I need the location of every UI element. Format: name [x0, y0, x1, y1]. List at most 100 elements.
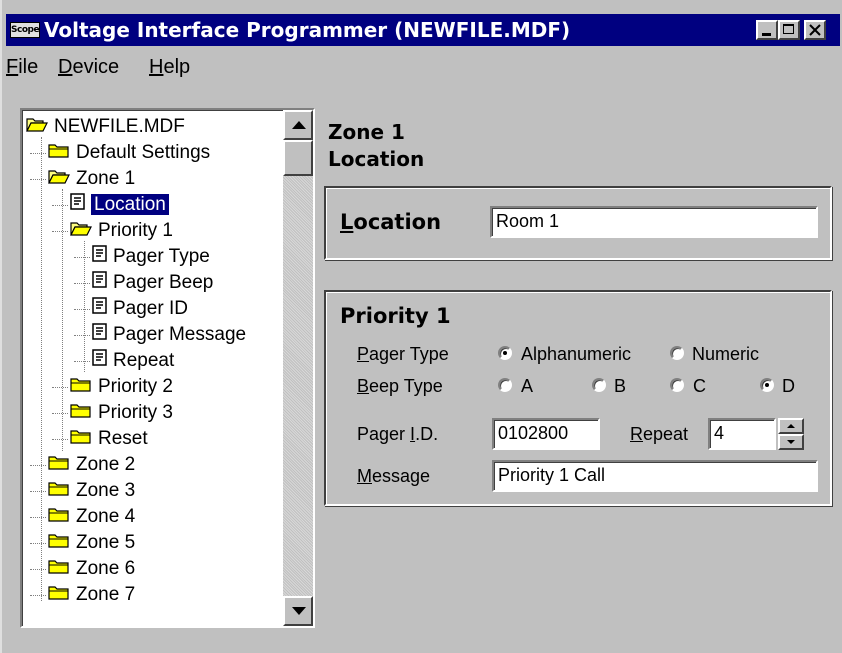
- document-icon: [92, 322, 107, 348]
- tree-connector: [30, 153, 46, 154]
- tree-item-label: Priority 3: [98, 402, 173, 424]
- maximize-icon: [783, 24, 794, 34]
- folder-icon: [48, 140, 70, 166]
- tree-item[interactable]: Zone 5: [30, 530, 136, 556]
- scroll-thumb[interactable]: [283, 140, 313, 176]
- folder-icon: [48, 530, 70, 556]
- folder-icon: [48, 556, 70, 582]
- folder-icon: [48, 504, 70, 530]
- tree-item-label: Reset: [98, 428, 148, 450]
- folder-open-icon: [70, 218, 92, 244]
- radio-alphanumeric-label[interactable]: Alphanumeric: [521, 344, 631, 365]
- tree-item[interactable]: Zone 4: [30, 504, 135, 530]
- radio-alphanumeric[interactable]: [498, 346, 512, 360]
- scroll-down-button[interactable]: [283, 596, 313, 626]
- tree-item[interactable]: Repeat: [74, 348, 174, 374]
- tree-view[interactable]: NEWFILE.MDF Default Settings Zone 1 Locatio…: [20, 108, 315, 628]
- pager-type-label: Pager Type: [357, 344, 449, 364]
- tree-item[interactable]: Priority 3: [52, 400, 173, 426]
- location-input[interactable]: Room 1: [490, 206, 818, 238]
- tree-item[interactable]: Default Settings: [30, 140, 211, 166]
- panel-heading-section: Location: [328, 147, 425, 171]
- folder-icon: [48, 478, 70, 504]
- spin-down-button[interactable]: [778, 434, 804, 450]
- tree-connector: [74, 283, 90, 284]
- tree-item[interactable]: NEWFILE.MDF: [26, 114, 185, 140]
- tree-connector: [74, 361, 90, 362]
- tree-item-label: Default Settings: [76, 142, 211, 164]
- window-title: Voltage Interface Programmer (NEWFILE.MD…: [44, 18, 571, 42]
- repeat-spinner[interactable]: [778, 418, 804, 450]
- radio-beep-d-label[interactable]: D: [782, 376, 795, 397]
- folder-icon: [70, 374, 92, 400]
- tree-item[interactable]: Priority 1: [52, 218, 173, 244]
- tree-item[interactable]: Priority 2: [52, 374, 173, 400]
- document-icon: [70, 192, 85, 218]
- tree-item-label: Pager Beep: [113, 272, 214, 294]
- folder-icon: [70, 426, 92, 452]
- radio-beep-d[interactable]: [760, 378, 774, 392]
- arrow-down-icon: [292, 607, 306, 615]
- tree-item-label: Priority 2: [98, 376, 173, 398]
- scroll-up-button[interactable]: [283, 110, 313, 140]
- radio-beep-c-label[interactable]: C: [693, 376, 706, 397]
- tree-item-label: Zone 5: [76, 532, 136, 554]
- location-label: Location: [340, 210, 442, 234]
- document-icon: [92, 270, 107, 296]
- tree-connector: [41, 137, 42, 601]
- tree-connector: [30, 569, 46, 570]
- tree-item[interactable]: Zone 7: [30, 582, 136, 608]
- tree-item[interactable]: Location: [52, 192, 169, 218]
- radio-beep-b[interactable]: [592, 378, 606, 392]
- menu-help-label: elp: [163, 56, 191, 78]
- close-button[interactable]: [804, 20, 826, 40]
- document-icon: [92, 348, 107, 374]
- tree-item[interactable]: Pager Beep: [74, 270, 214, 296]
- maximize-button[interactable]: [778, 20, 800, 40]
- radio-beep-a[interactable]: [498, 378, 512, 392]
- tree-connector: [52, 439, 68, 440]
- priority-title: Priority 1: [340, 304, 451, 328]
- minimize-icon: [762, 33, 771, 36]
- radio-beep-a-label[interactable]: A: [521, 376, 533, 397]
- menu-help[interactable]: Help: [149, 56, 190, 79]
- tree-connector: [30, 491, 46, 492]
- arrow-up-icon: [292, 121, 306, 129]
- radio-numeric[interactable]: [670, 346, 684, 360]
- close-icon: [809, 24, 821, 36]
- tree-connector: [30, 595, 46, 596]
- radio-numeric-label[interactable]: Numeric: [692, 344, 759, 365]
- message-label: Message: [357, 466, 431, 486]
- tree-item-label: Zone 1: [76, 168, 136, 190]
- tree-item[interactable]: Reset: [52, 426, 148, 452]
- menu-file[interactable]: File: [6, 56, 38, 79]
- tree-item[interactable]: Zone 6: [30, 556, 135, 582]
- menu-device[interactable]: Device: [58, 56, 119, 79]
- tree-item[interactable]: Zone 1: [30, 166, 136, 192]
- tree-item[interactable]: Pager Type: [74, 244, 210, 270]
- message-input[interactable]: Priority 1 Call: [492, 460, 818, 492]
- app-window: Scope Voltage Interface Programmer (NEWF…: [0, 0, 842, 653]
- arrow-down-icon: [787, 440, 795, 444]
- tree-connector: [52, 205, 68, 206]
- minimize-button[interactable]: [756, 20, 778, 40]
- radio-beep-b-label[interactable]: B: [614, 376, 626, 397]
- panel-heading-zone: Zone 1: [328, 120, 405, 144]
- tree-connector: [74, 335, 90, 336]
- tree-scrollbar[interactable]: [283, 110, 313, 626]
- tree-item[interactable]: Zone 2: [30, 452, 136, 478]
- pager-id-input[interactable]: 0102800: [492, 418, 600, 450]
- tree-connector: [62, 189, 63, 451]
- tree-item-label: Zone 2: [76, 454, 136, 476]
- tree-item-label: Zone 3: [76, 480, 136, 502]
- spin-up-button[interactable]: [778, 418, 804, 434]
- tree-item[interactable]: Pager ID: [74, 296, 188, 322]
- radio-beep-c[interactable]: [670, 378, 684, 392]
- tree-item[interactable]: Pager Message: [74, 322, 246, 348]
- tree-item-label: NEWFILE.MDF: [54, 116, 185, 138]
- title-bar[interactable]: Scope Voltage Interface Programmer (NEWF…: [6, 14, 840, 46]
- app-icon[interactable]: Scope: [10, 22, 40, 38]
- tree-item[interactable]: Zone 3: [30, 478, 136, 504]
- repeat-input[interactable]: 4: [708, 418, 776, 450]
- tree-item-label: Zone 7: [76, 584, 136, 606]
